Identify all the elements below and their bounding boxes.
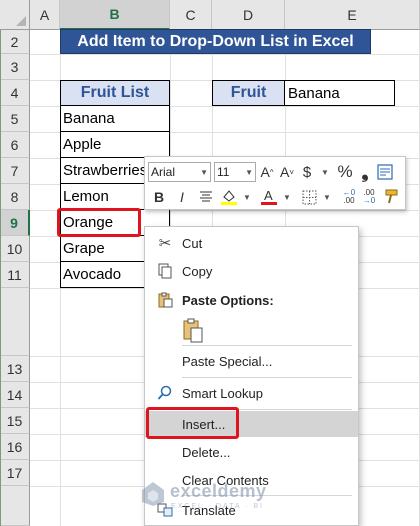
translate-icon	[155, 500, 175, 520]
row-header-2[interactable]: 2	[0, 30, 30, 54]
row-header-15[interactable]: 15	[0, 408, 30, 434]
row-header-12[interactable]	[0, 288, 30, 356]
menu-item-label: Translate	[182, 502, 236, 518]
selected-cell-highlight	[57, 208, 141, 237]
format-painter-icon[interactable]	[382, 187, 400, 207]
menu-item-label: Copy	[182, 263, 213, 279]
copy-icon	[155, 261, 175, 281]
font-size-value: 11	[217, 165, 230, 179]
menu-item-label: Paste Special...	[182, 353, 273, 369]
paste-option-button[interactable]	[182, 318, 204, 344]
percent-format-icon[interactable]: %	[336, 162, 354, 182]
search-icon	[155, 383, 175, 403]
row-header-7[interactable]: 7	[0, 158, 30, 184]
menu-item-smart-lookup[interactable]: Smart Lookup	[145, 380, 358, 406]
menu-item-copy[interactable]: Copy	[145, 258, 358, 284]
menu-item-paste-options: Paste Options:	[145, 287, 358, 313]
menu-item-paste-special[interactable]: Paste Special...	[145, 348, 358, 374]
menu-item-clear-contents[interactable]: Clear Contents	[145, 467, 358, 493]
menu-item-label: Cut	[182, 235, 203, 251]
paste-icon	[155, 290, 175, 310]
row-header-9[interactable]: 9	[0, 210, 30, 236]
column-header-c[interactable]: C	[170, 0, 212, 30]
row-header-17[interactable]: 17	[0, 460, 30, 486]
borders-icon[interactable]	[300, 187, 318, 207]
column-header-e[interactable]: E	[285, 0, 420, 30]
fruit-list-header[interactable]: Fruit List	[60, 80, 170, 106]
chevron-down-icon[interactable]: ▼	[278, 187, 296, 207]
decrease-decimal-icon[interactable]: .00 →0	[360, 187, 378, 207]
scissors-icon: ✂	[158, 235, 172, 252]
row-header-13[interactable]: 13	[0, 356, 30, 382]
menu-item-delete[interactable]: Delete...	[145, 439, 358, 465]
font-color-icon[interactable]: A	[260, 187, 278, 207]
menu-item-cut[interactable]: ✂ Cut	[145, 230, 358, 256]
row-header-8[interactable]: 8	[0, 184, 30, 210]
decrease-font-size-icon[interactable]: A ˅	[278, 162, 296, 182]
menu-item-translate[interactable]: Translate	[145, 497, 358, 523]
chevron-down-icon[interactable]: ▼	[238, 187, 256, 207]
svg-text:A: A	[264, 188, 273, 203]
fruit-list-cell[interactable]: Apple	[60, 132, 170, 158]
context-menu: ✂ Cut Copy Paste Options: Paste Special.…	[144, 226, 359, 526]
row-header-11[interactable]: 11	[0, 262, 30, 288]
menu-item-label: Smart Lookup	[182, 385, 263, 401]
chevron-down-icon[interactable]: ▼	[318, 187, 336, 207]
fill-color-icon[interactable]	[220, 187, 238, 207]
italic-icon[interactable]: I	[173, 187, 191, 207]
row-header-16[interactable]: 16	[0, 434, 30, 460]
column-header-b[interactable]: B	[60, 0, 170, 30]
chevron-down-icon[interactable]: ▼	[316, 162, 334, 182]
increase-decimal-icon[interactable]: ←0.00	[340, 187, 358, 207]
row-header-10[interactable]: 10	[0, 236, 30, 262]
fruit-label-cell[interactable]: Fruit	[212, 80, 285, 106]
row-header-4[interactable]: 4	[0, 80, 30, 106]
chevron-down-icon[interactable]: ▼	[245, 168, 253, 177]
comma-style-icon[interactable]: ❟	[356, 162, 374, 182]
mini-toolbar: Arial ▼ 11 ▼ A ^ A ˅ $ ▼ % ❟ B I ▼ A ▼ ▼…	[144, 156, 406, 210]
currency-format-icon[interactable]: $	[298, 162, 316, 182]
font-name-value: Arial	[151, 165, 176, 179]
menu-item-label: Delete...	[182, 444, 231, 460]
wrap-text-icon[interactable]	[376, 162, 394, 182]
row-header-18[interactable]	[0, 486, 30, 526]
column-header-a[interactable]: A	[30, 0, 60, 30]
select-all-corner[interactable]	[0, 0, 30, 30]
chevron-down-icon[interactable]: ▼	[200, 168, 208, 177]
fruit-dropdown-cell[interactable]: Banana	[284, 80, 395, 106]
font-name-box[interactable]: Arial ▼	[148, 162, 211, 182]
row-header-5[interactable]: 5	[0, 106, 30, 132]
insert-highlight	[146, 407, 239, 439]
align-center-icon[interactable]	[197, 187, 215, 207]
menu-item-label: Paste Options:	[182, 292, 274, 308]
bold-icon[interactable]: B	[150, 187, 168, 207]
title-banner[interactable]: Add Item to Drop-Down List in Excel	[60, 29, 371, 54]
row-header-14[interactable]: 14	[0, 382, 30, 408]
row-header-6[interactable]: 6	[0, 132, 30, 158]
column-header-d[interactable]: D	[212, 0, 285, 30]
row-header-3[interactable]: 3	[0, 54, 30, 80]
fruit-list-cell[interactable]: Banana	[60, 106, 170, 132]
increase-font-size-icon[interactable]: A ^	[258, 162, 276, 182]
menu-item-label: Clear Contents	[182, 472, 269, 488]
font-size-box[interactable]: 11 ▼	[214, 162, 256, 182]
